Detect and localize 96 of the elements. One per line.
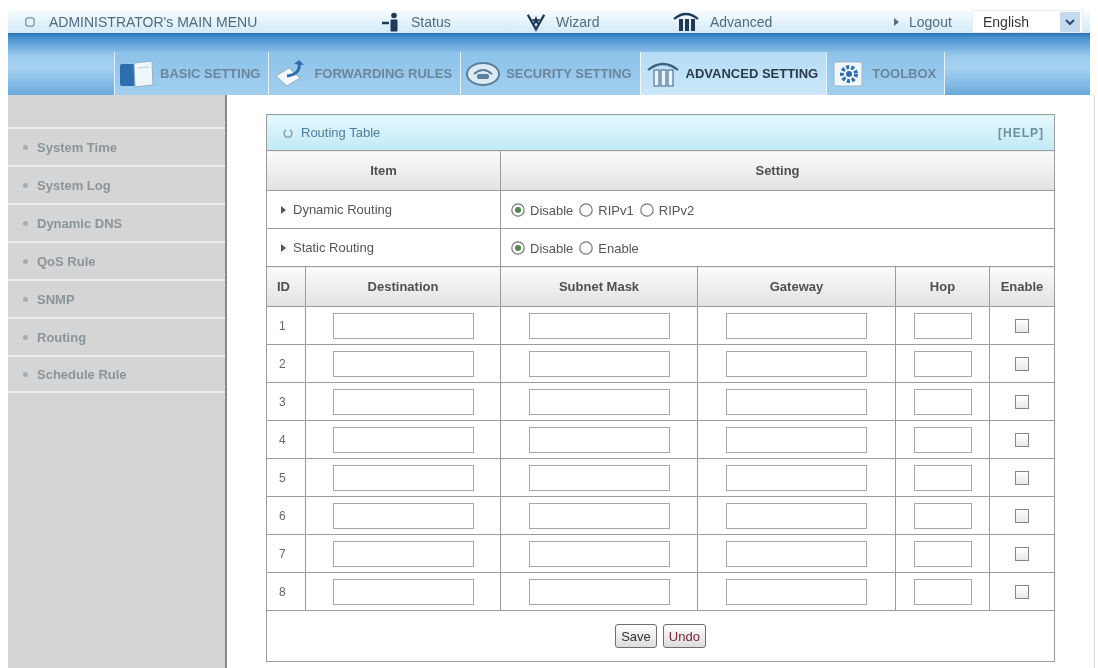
panel-title: Routing Table	[301, 125, 381, 140]
gateway-field[interactable]	[726, 502, 867, 529]
subnet-mask-field[interactable]	[528, 426, 670, 453]
subnet-mask-field[interactable]	[528, 388, 670, 415]
status-link[interactable]: Status	[381, 11, 526, 32]
table-cell: 4	[266, 420, 306, 459]
hop-field[interactable]	[913, 312, 972, 339]
destination-field[interactable]	[332, 388, 474, 415]
bullet-icon	[23, 182, 28, 188]
logout-link[interactable]: Logout	[888, 13, 972, 30]
hop-field[interactable]	[913, 426, 972, 453]
person-icon	[381, 11, 401, 32]
wizard-link[interactable]: Wizard	[526, 11, 672, 32]
destination-field[interactable]	[332, 350, 474, 377]
destination-field[interactable]	[332, 502, 474, 529]
save-button[interactable]: Save	[615, 624, 657, 648]
table-cell: 2	[266, 344, 306, 383]
bullet-icon	[23, 220, 28, 226]
book-icon	[119, 59, 155, 88]
gateway-field[interactable]	[726, 350, 867, 377]
checkbox[interactable]	[1015, 546, 1029, 561]
column-header: ID	[266, 266, 306, 307]
hop-field[interactable]	[913, 502, 972, 529]
radio-button[interactable]	[579, 241, 594, 256]
menu-title: ADMINISTRATOR's MAIN MENU	[49, 13, 258, 30]
gateway-field[interactable]	[726, 540, 867, 567]
column-header: Destination	[305, 266, 501, 307]
language-select[interactable]: English	[972, 10, 1083, 33]
radio-label[interactable]: Enable	[598, 240, 639, 256]
checkbox[interactable]	[1015, 470, 1029, 485]
square-icon	[25, 16, 35, 27]
hop-field[interactable]	[913, 388, 972, 415]
advanced-link[interactable]: Advanced	[672, 11, 888, 32]
star-icon	[526, 11, 546, 32]
destination-field[interactable]	[332, 426, 474, 453]
column-header: Setting	[500, 150, 1055, 191]
checkbox[interactable]	[1015, 584, 1029, 599]
table-cell: 3	[266, 382, 306, 421]
gateway-field[interactable]	[726, 312, 867, 339]
radio-label[interactable]: Disable	[530, 202, 574, 218]
column-header: Item	[266, 150, 501, 191]
bullet-icon	[23, 144, 28, 150]
gateway-field[interactable]	[726, 388, 867, 415]
radio-label[interactable]: RIPv1	[598, 202, 634, 218]
table-cell: 7	[266, 534, 306, 573]
bullet-icon	[23, 334, 28, 340]
radio-button[interactable]	[511, 203, 525, 218]
hop-field[interactable]	[913, 464, 972, 491]
checkbox[interactable]	[1015, 356, 1029, 371]
triangle-icon	[281, 244, 286, 253]
triangle-icon	[281, 206, 286, 215]
column-header: Subnet Mask	[500, 266, 698, 307]
destination-field[interactable]	[332, 540, 474, 567]
pillars-icon	[672, 11, 700, 32]
oval-icon	[465, 59, 502, 88]
bullet-icon	[23, 371, 28, 377]
help-link[interactable]: [HELP]	[998, 125, 1044, 140]
hop-field[interactable]	[913, 540, 972, 567]
subnet-mask-field[interactable]	[528, 540, 670, 567]
subnet-mask-field[interactable]	[528, 578, 670, 605]
checkbox[interactable]	[1015, 508, 1029, 523]
checkbox[interactable]	[1015, 318, 1029, 333]
table-cell: 8	[266, 572, 306, 611]
hop-field[interactable]	[913, 578, 972, 605]
column-header: Hop	[895, 266, 990, 307]
table-cell: 6	[266, 496, 306, 535]
triangle-icon	[894, 17, 899, 26]
destination-field[interactable]	[332, 464, 474, 491]
column-header: Enable	[989, 266, 1055, 307]
bullet-icon	[23, 258, 28, 264]
bullet-icon	[23, 296, 28, 302]
subnet-mask-field[interactable]	[528, 312, 670, 339]
checkbox[interactable]	[1015, 432, 1029, 447]
checkbox[interactable]	[1015, 394, 1029, 409]
radio-label[interactable]: Disable	[530, 240, 574, 256]
gateway-field[interactable]	[726, 578, 867, 605]
hop-field[interactable]	[913, 350, 972, 377]
radio-button[interactable]	[511, 241, 525, 256]
destination-field[interactable]	[332, 578, 474, 605]
chevron-down-icon	[1060, 11, 1080, 32]
radio-button[interactable]	[639, 203, 654, 218]
gateway-field[interactable]	[726, 464, 867, 491]
column-header: Gateway	[697, 266, 896, 307]
undo-button[interactable]: Undo	[662, 624, 706, 648]
destination-field[interactable]	[332, 312, 474, 339]
table-cell: 1	[266, 306, 306, 345]
table-cell: 5	[266, 458, 306, 497]
setting-label: Dynamic Routing	[293, 202, 392, 218]
subnet-mask-field[interactable]	[528, 464, 670, 491]
nav-tab[interactable]: ADVANCED SETTING	[639, 52, 827, 95]
gateway-field[interactable]	[726, 426, 867, 453]
subnet-mask-field[interactable]	[528, 502, 670, 529]
setting-label: Static Routing	[293, 240, 374, 256]
subnet-mask-field[interactable]	[528, 350, 670, 377]
radio-button[interactable]	[579, 203, 594, 218]
radio-label[interactable]: RIPv2	[658, 202, 695, 218]
